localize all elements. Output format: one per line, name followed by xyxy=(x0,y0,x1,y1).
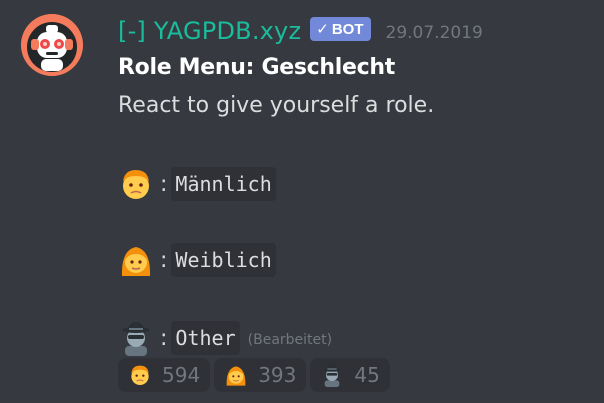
detective-emoji-icon xyxy=(323,364,342,387)
option-separator: : xyxy=(160,325,168,351)
message-timestamp[interactable]: 29.07.2019 xyxy=(386,23,483,43)
man-emoji-icon xyxy=(131,365,149,385)
man-emoji-icon xyxy=(123,170,149,199)
reaction-detective[interactable]: 45 xyxy=(310,358,390,392)
robot-avatar-icon[interactable] xyxy=(21,14,83,76)
reaction-woman[interactable]: 393 xyxy=(214,358,307,392)
author-username[interactable]: [-] YAGPDB.xyz xyxy=(118,17,301,45)
role-name-code: Weiblich xyxy=(171,243,276,277)
woman-emoji-icon xyxy=(121,247,151,276)
edited-label: (Bearbeitet) xyxy=(247,332,333,348)
role-option-weiblich: : Weiblich xyxy=(118,242,276,278)
woman-emoji-icon xyxy=(226,366,246,386)
role-option-other: : Other (Bearbeitet) xyxy=(118,320,332,356)
option-separator: : xyxy=(160,247,168,273)
chat-message: [-] YAGPDB.xyz ✓ BOT 29.07.2019 Role Men… xyxy=(0,0,604,403)
message-title: Role Menu: Geschlecht xyxy=(118,55,395,80)
reaction-count: 393 xyxy=(258,363,297,387)
message-header: [-] YAGPDB.xyz ✓ BOT 29.07.2019 xyxy=(118,14,483,48)
message-description: React to give yourself a role. xyxy=(118,93,435,118)
bot-badge-label: BOT xyxy=(331,20,364,38)
reactions-bar: 594 393 45 xyxy=(118,358,390,392)
role-name-code: Männlich xyxy=(171,167,276,201)
bot-badge: ✓ BOT xyxy=(310,17,371,41)
reaction-count: 45 xyxy=(354,363,380,387)
role-option-maennlich: : Männlich xyxy=(118,166,276,202)
reaction-man[interactable]: 594 xyxy=(118,358,211,392)
option-separator: : xyxy=(160,171,168,197)
detective-emoji-icon xyxy=(122,322,150,356)
verified-check-icon: ✓ xyxy=(316,21,329,38)
reaction-count: 594 xyxy=(162,363,201,387)
role-name-code: Other xyxy=(171,321,240,355)
